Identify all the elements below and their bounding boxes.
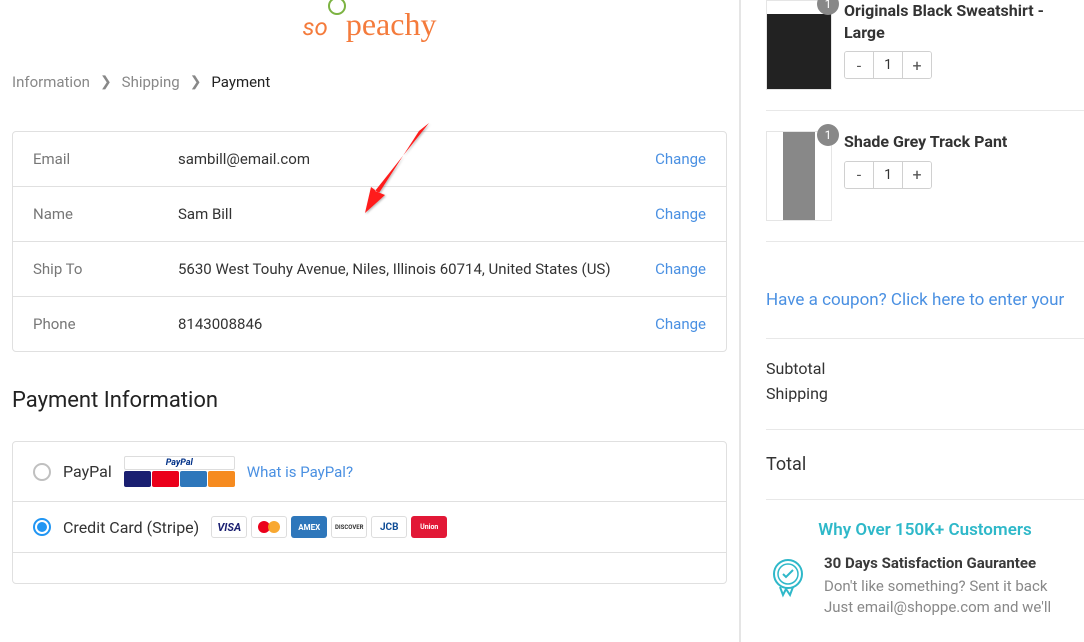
info-label: Email xyxy=(33,150,178,168)
qty-minus-button[interactable]: - xyxy=(845,162,873,188)
radio-paypal[interactable] xyxy=(33,463,51,481)
visa-mini-icon xyxy=(124,471,151,487)
info-row-shipto: Ship To 5630 West Touhy Avenue, Niles, I… xyxy=(13,242,726,297)
info-value: 8143008846 xyxy=(178,315,655,333)
trust-title: Why Over 150K+ Customers xyxy=(766,520,1084,540)
qty-plus-button[interactable]: + xyxy=(903,52,931,78)
trust-body: Don't like something? Sent it back xyxy=(824,576,1051,597)
info-value: 5630 West Touhy Avenue, Niles, Illinois … xyxy=(178,260,655,278)
total-label: Total xyxy=(766,454,806,475)
change-name-link[interactable]: Change xyxy=(655,205,706,223)
paypal-label: PayPal xyxy=(63,462,112,481)
qty-value: 1 xyxy=(873,52,903,78)
breadcrumb-information[interactable]: Information xyxy=(12,73,90,91)
unionpay-icon: Union xyxy=(411,516,447,538)
info-label: Ship To xyxy=(33,260,178,278)
cart-item: 1 Originals Black Sweatshirt - Large - 1… xyxy=(766,0,1084,111)
visa-icon: VISA xyxy=(211,516,247,538)
logo[interactable]: so peachy xyxy=(303,6,437,43)
coupon-link[interactable]: Have a coupon? Click here to enter your xyxy=(766,290,1064,310)
qty-control: - 1 + xyxy=(844,51,932,79)
product-thumbnail[interactable]: 1 xyxy=(766,131,832,221)
qty-control: - 1 + xyxy=(844,161,932,189)
trust-heading: 30 Days Satisfaction Gaurantee xyxy=(824,554,1051,572)
order-totals: Subtotal Shipping xyxy=(766,339,1084,430)
breadcrumb-shipping[interactable]: Shipping xyxy=(122,73,180,91)
payment-option-paypal[interactable]: PayPal PayPal What is PayPal? xyxy=(13,442,726,502)
qty-badge: 1 xyxy=(817,124,839,146)
cart-item: 1 Shade Grey Track Pant - 1 + xyxy=(766,131,1084,242)
qty-value: 1 xyxy=(873,162,903,188)
chevron-right-icon: ❯ xyxy=(100,74,112,90)
stripe-label: Credit Card (Stripe) xyxy=(63,518,199,537)
breadcrumb: Information ❯ Shipping ❯ Payment xyxy=(12,73,727,91)
change-shipto-link[interactable]: Change xyxy=(655,260,706,278)
what-is-paypal-link[interactable]: What is PayPal? xyxy=(247,463,353,481)
main-content: so peachy Information ❯ Shipping ❯ Paymen… xyxy=(0,0,739,642)
info-label: Phone xyxy=(33,315,178,333)
chevron-right-icon: ❯ xyxy=(190,74,202,90)
amex-mini-icon xyxy=(180,471,207,487)
logo-peachy: peachy xyxy=(346,6,437,42)
subtotal-line: Subtotal xyxy=(766,359,1084,378)
payment-expand-area xyxy=(13,553,726,583)
mastercard-mini-icon xyxy=(152,471,179,487)
shipping-label: Shipping xyxy=(766,384,828,403)
change-phone-link[interactable]: Change xyxy=(655,315,706,333)
qty-minus-button[interactable]: - xyxy=(845,52,873,78)
subtotal-label: Subtotal xyxy=(766,359,825,378)
logo-so: so xyxy=(303,13,328,41)
product-thumbnail[interactable]: 1 xyxy=(766,0,832,90)
info-label: Name xyxy=(33,205,178,223)
qty-plus-button[interactable]: + xyxy=(903,162,931,188)
payment-options-box: PayPal PayPal What is PayPal? Credit Car… xyxy=(12,441,727,584)
discover-icon: DISCOVER xyxy=(331,516,367,538)
jcb-icon: JCB xyxy=(371,516,407,538)
peach-icon xyxy=(328,0,346,15)
guarantee-badge-icon xyxy=(766,554,810,598)
order-summary-sidebar: 1 Originals Black Sweatshirt - Large - 1… xyxy=(739,0,1084,642)
info-row-name: Name Sam Bill Change xyxy=(13,187,726,242)
coupon-row: Have a coupon? Click here to enter your xyxy=(766,262,1084,339)
grand-total: Total xyxy=(766,430,1084,500)
payment-option-stripe[interactable]: Credit Card (Stripe) VISA AMEX DISCOVER … xyxy=(13,502,726,553)
payment-info-heading: Payment Information xyxy=(12,388,727,413)
qty-badge: 1 xyxy=(817,0,839,15)
amex-icon: AMEX xyxy=(291,516,327,538)
change-email-link[interactable]: Change xyxy=(655,150,706,168)
cart-item-details: Originals Black Sweatshirt - Large - 1 + xyxy=(844,0,1084,90)
logo-wrap: so peachy xyxy=(12,0,727,73)
shipping-line: Shipping xyxy=(766,384,1084,403)
paypal-badge-icon: PayPal xyxy=(124,456,235,487)
product-name: Originals Black Sweatshirt - Large xyxy=(844,0,1084,43)
customer-info-box: Email sambill@email.com Change Name Sam … xyxy=(12,131,727,352)
info-value: Sam Bill xyxy=(178,205,655,223)
trust-item: 30 Days Satisfaction Gaurantee Don't lik… xyxy=(766,554,1084,618)
radio-stripe[interactable] xyxy=(33,518,51,536)
cart-item-details: Shade Grey Track Pant - 1 + xyxy=(844,131,1084,221)
breadcrumb-payment[interactable]: Payment xyxy=(211,73,270,91)
trust-item-text: 30 Days Satisfaction Gaurantee Don't lik… xyxy=(824,554,1051,618)
trust-body: Just email@shoppe.com and we'll xyxy=(824,597,1051,618)
info-value: sambill@email.com xyxy=(178,150,655,168)
info-row-phone: Phone 8143008846 Change xyxy=(13,297,726,351)
discover-mini-icon xyxy=(208,471,235,487)
info-row-email: Email sambill@email.com Change xyxy=(13,132,726,187)
product-name: Shade Grey Track Pant xyxy=(844,131,1084,153)
mastercard-icon xyxy=(251,516,287,538)
credit-card-icons: VISA AMEX DISCOVER JCB Union xyxy=(211,516,447,538)
trust-section: Why Over 150K+ Customers 30 Days Satisfa… xyxy=(766,500,1084,618)
